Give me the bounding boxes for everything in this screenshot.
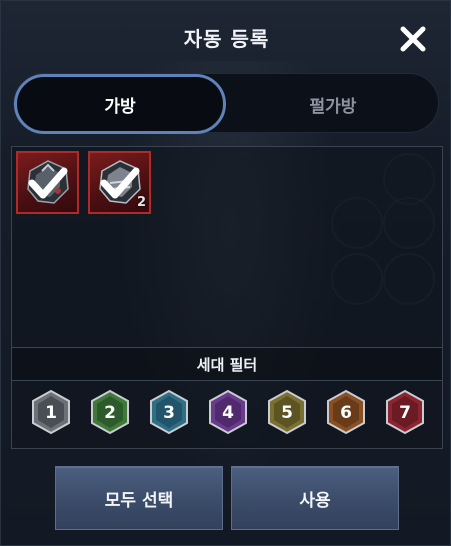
generation-filter-4[interactable]: 4 <box>207 389 249 435</box>
generation-filter-header: 세대 필터 <box>12 347 442 381</box>
generation-filter-2[interactable]: 2 <box>89 389 131 435</box>
dialog-title: 자동 등록 <box>183 27 270 51</box>
generation-filter-5[interactable]: 5 <box>266 389 308 435</box>
tab-pearl-bag[interactable]: 펄가방 <box>227 74 439 134</box>
close-icon <box>400 26 426 52</box>
close-button[interactable] <box>397 23 429 55</box>
generation-filter-row: 1 2 3 4 5 6 7 <box>12 387 442 443</box>
generation-label: 3 <box>163 403 175 423</box>
checkmark-icon <box>28 167 68 199</box>
use-button[interactable]: 사용 <box>231 466 399 530</box>
inventory-slot[interactable] <box>16 151 79 214</box>
generation-label: 6 <box>340 403 352 423</box>
select-all-button[interactable]: 모두 선택 <box>55 466 223 530</box>
generation-filter-1[interactable]: 1 <box>30 389 72 435</box>
generation-filter-6[interactable]: 6 <box>325 389 367 435</box>
item-count: 2 <box>136 195 146 210</box>
tab-bar: 가방 펄가방 <box>13 73 439 134</box>
tab-bag[interactable]: 가방 <box>14 74 226 134</box>
generation-label: 2 <box>104 403 116 423</box>
generation-filter-7[interactable]: 7 <box>384 389 426 435</box>
generation-label: 7 <box>399 403 411 423</box>
generation-label: 5 <box>281 403 293 423</box>
generation-label: 4 <box>222 403 234 423</box>
generation-filter-3[interactable]: 3 <box>148 389 190 435</box>
inventory-slot[interactable]: 2 <box>88 151 151 214</box>
auto-register-dialog: 자동 등록 가방 펄가방 2 세대 필터 1 2 3 4 5 6 7 모두 선택… <box>0 0 451 546</box>
generation-label: 1 <box>45 403 57 423</box>
inventory-grid: 2 세대 필터 1 2 3 4 5 6 7 <box>11 146 443 449</box>
